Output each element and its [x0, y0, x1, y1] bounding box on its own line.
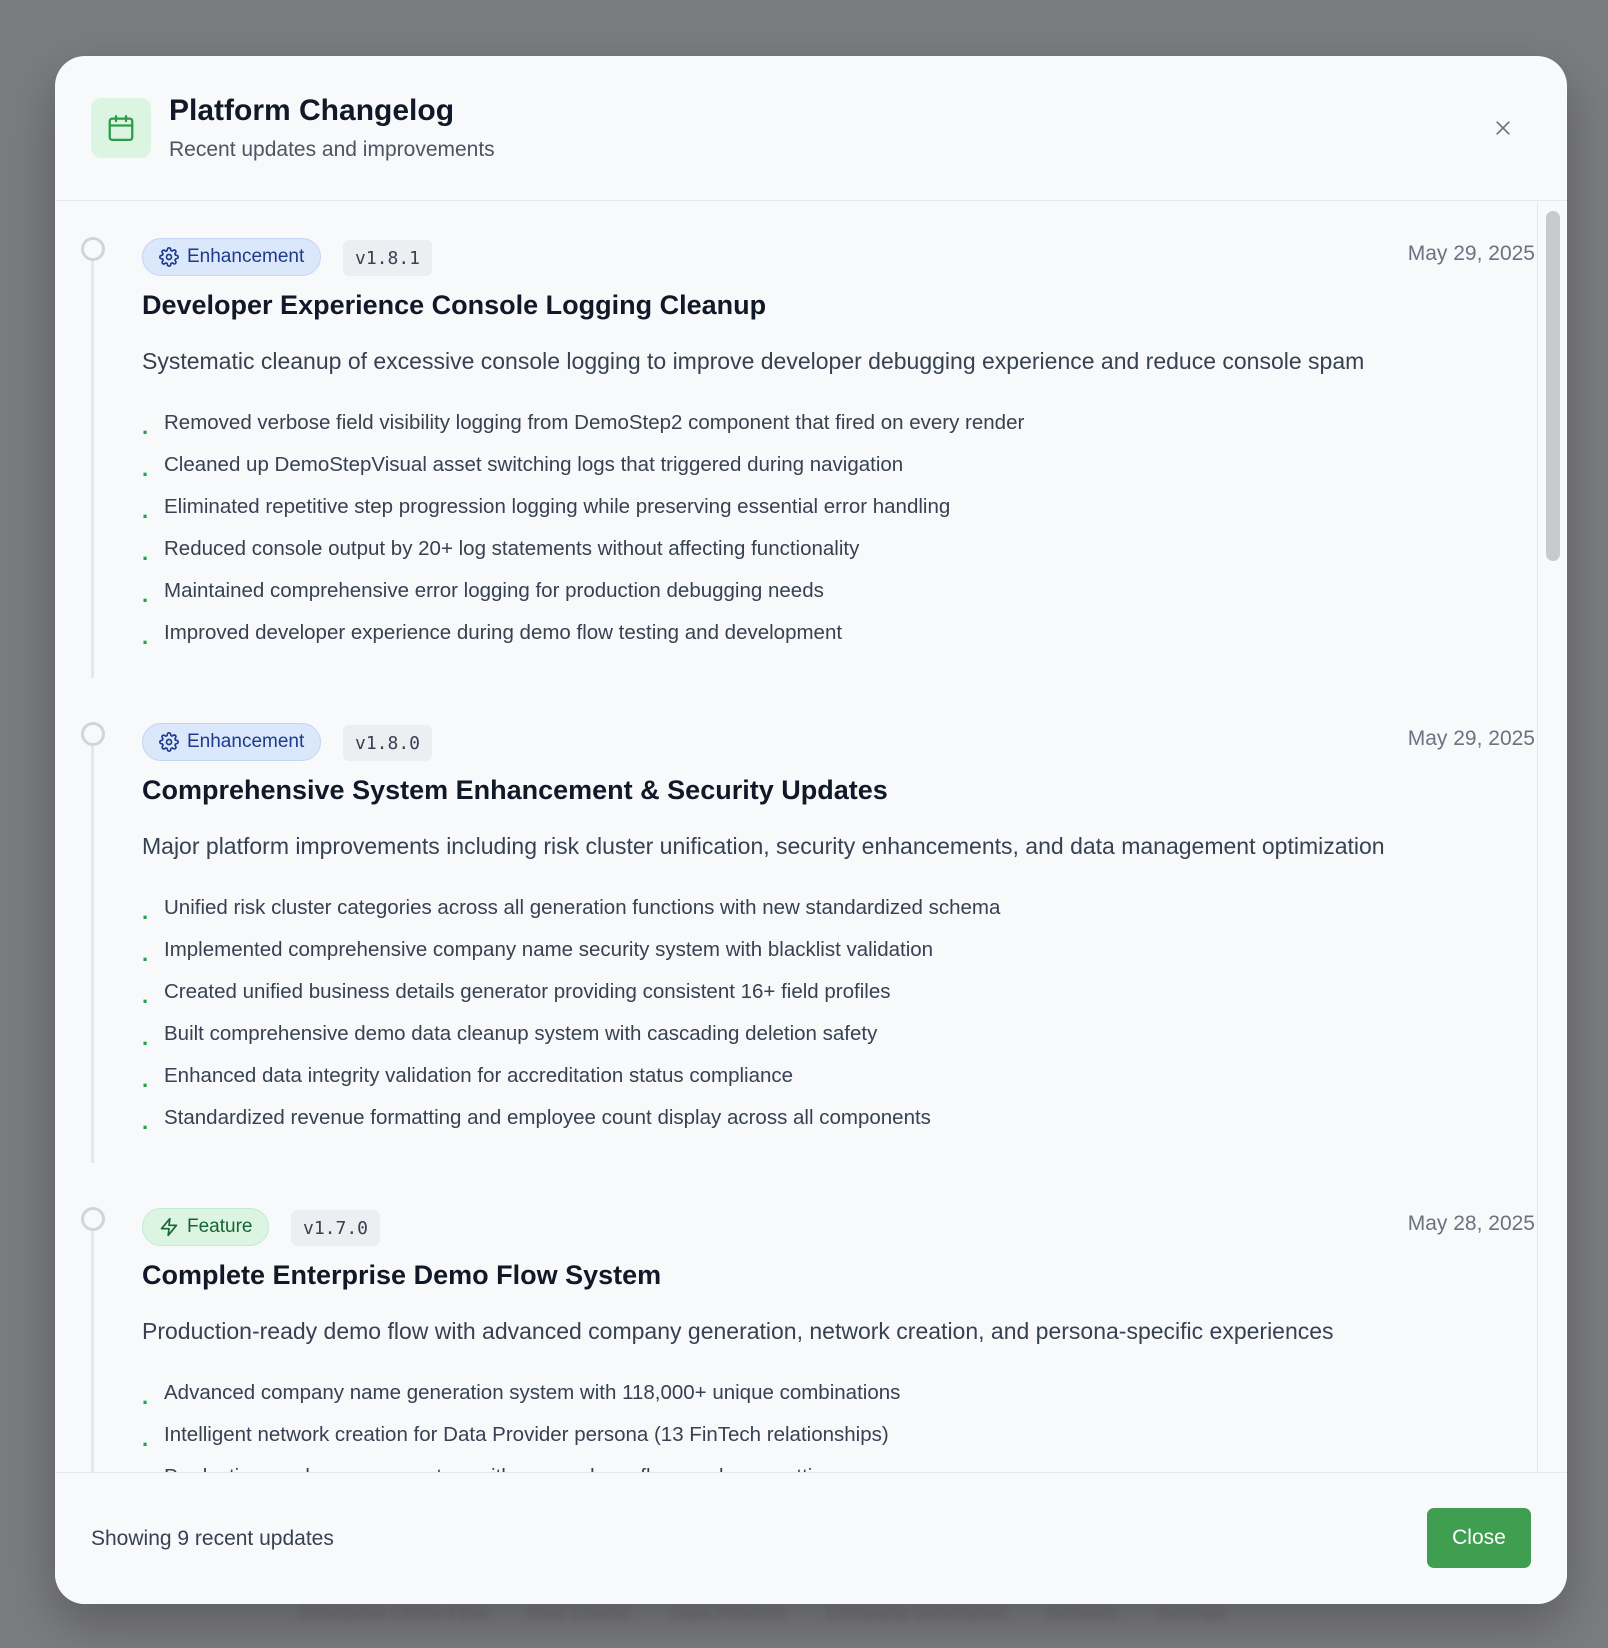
item-text: Improved developer experience during dem… — [164, 621, 843, 644]
type-label: Feature — [187, 1216, 253, 1237]
timeline-dot — [81, 722, 105, 746]
item-text: Eliminated repetitive step progression l… — [164, 495, 951, 518]
entry-title: Complete Enterprise Demo Flow System — [142, 1260, 662, 1290]
entry-title: Comprehensive System Enhancement & Secur… — [142, 775, 888, 805]
timeline-dot — [81, 1207, 105, 1231]
list-item: . Enhanced data integrity validation for … — [142, 1055, 1000, 1097]
version-badge: v1.8.0 — [343, 725, 433, 761]
changelog-list: Enhancement v1.8.1 May 29, 2025 Developer E… — [55, 202, 1535, 1527]
item-text: Advanced company name generation system … — [164, 1381, 901, 1404]
item-text: Maintained comprehensive error logging f… — [164, 579, 824, 602]
list-item: . Maintained comprehensive error logging … — [142, 570, 1024, 612]
type-label: Enhancement — [187, 246, 305, 267]
type-badge: Enhancement — [142, 238, 322, 276]
item-text: Built comprehensive demo data cleanup sy… — [164, 1022, 878, 1045]
bullet-icon: . — [142, 1426, 149, 1451]
list-item: . Intelligent network creation for Data P… — [142, 1414, 900, 1456]
changelog-modal: Platform Changelog Recent updates and im… — [55, 56, 1567, 1604]
bullet-icon: . — [142, 540, 149, 565]
list-item: . Eliminated repetitive step progression … — [142, 486, 1024, 528]
bullet-icon: . — [142, 983, 149, 1008]
type-badge: Feature — [142, 1208, 270, 1246]
gear-icon — [159, 732, 179, 752]
update-count: Showing 9 recent updates — [91, 1527, 334, 1550]
backdrop-item: Settings — [1156, 1603, 1226, 1624]
changelog-body[interactable]: Enhancement v1.8.1 May 29, 2025 Developer E… — [55, 202, 1567, 1527]
list-item: . Unified risk cluster categories across … — [142, 887, 1000, 929]
modal-header: Platform Changelog Recent updates and im… — [55, 56, 1567, 201]
list-item: . Improved developer experience during de… — [142, 612, 1024, 654]
list-item: . Created unified business details genera… — [142, 971, 1000, 1013]
entry-title: Developer Experience Console Logging Cle… — [142, 290, 767, 320]
backdrop-content: Enterprise Demo Flow Risk Cluster Data Pro… — [300, 1603, 1225, 1625]
list-item: . Reduced console output by 20+ log state… — [142, 528, 1024, 570]
entry-date: May 29, 2025 — [1407, 242, 1535, 265]
entry-date: May 29, 2025 — [1407, 727, 1535, 750]
modal-title: Platform Changelog — [169, 94, 455, 127]
entry-date: May 28, 2025 — [1407, 1212, 1535, 1235]
timeline-line — [91, 248, 94, 678]
item-text: Implemented comprehensive company name s… — [164, 938, 934, 961]
close-button[interactable]: Close — [1427, 1508, 1531, 1568]
item-text: Unified risk cluster categories across a… — [164, 896, 1001, 919]
list-item: . Standardized revenue formatting and emp… — [142, 1097, 1000, 1139]
item-text: Cleaned up DemoStepVisual asset switchin… — [164, 453, 904, 476]
backdrop-item: Company Generation — [826, 1603, 1008, 1624]
list-item: . Cleaned up DemoStepVisual asset switchi… — [142, 444, 1024, 486]
version-badge: v1.7.0 — [291, 1210, 381, 1246]
backdrop-item: Data Provider — [670, 1603, 787, 1624]
bullet-icon: . — [142, 899, 149, 924]
bullet-icon: . — [142, 414, 149, 439]
bullet-icon: . — [142, 582, 149, 607]
bullet-icon: . — [142, 456, 149, 481]
bullet-icon: . — [142, 624, 149, 649]
scrollbar[interactable] — [1537, 202, 1567, 1527]
bullet-icon: . — [142, 498, 149, 523]
list-item: . Built comprehensive demo data cleanup s… — [142, 1013, 1000, 1055]
item-text: Removed verbose field visibility logging… — [164, 411, 1025, 434]
bullet-icon: . — [142, 1109, 149, 1134]
type-label: Enhancement — [187, 731, 305, 752]
changelog-entry: Enhancement v1.8.0 May 29, 2025 Comprehensi… — [55, 687, 1535, 1172]
list-item: . Removed verbose field visibility loggin… — [142, 402, 1024, 444]
item-text: Reduced console output by 20+ log statem… — [164, 537, 860, 560]
lightning-icon — [159, 1217, 179, 1237]
item-text: Standardized revenue formatting and empl… — [164, 1106, 931, 1129]
bullet-icon: . — [142, 1384, 149, 1409]
bullet-icon: . — [142, 1025, 149, 1050]
type-badge: Enhancement — [142, 723, 322, 761]
timeline-line — [91, 733, 94, 1163]
backdrop-item: Risk Cluster — [527, 1603, 631, 1624]
bullet-icon: . — [142, 941, 149, 966]
changelog-entry: Enhancement v1.8.1 May 29, 2025 Developer E… — [55, 202, 1535, 687]
entry-description: Production-ready demo flow with advanced… — [142, 1318, 1334, 1344]
list-item: . Advanced company name generation system… — [142, 1372, 900, 1414]
close-icon[interactable] — [1491, 116, 1515, 140]
scrollbar-thumb[interactable] — [1546, 211, 1560, 561]
calendar-icon — [91, 98, 151, 158]
bullet-icon: . — [142, 1067, 149, 1092]
backdrop-item: Network — [1047, 1603, 1117, 1624]
entry-description: Systematic cleanup of excessive console … — [142, 348, 1365, 374]
modal-footer: Showing 9 recent updates Close — [55, 1472, 1567, 1604]
version-badge: v1.8.1 — [343, 240, 433, 276]
backdrop-item: Enterprise Demo Flow — [300, 1603, 488, 1624]
gear-icon — [159, 247, 179, 267]
timeline-dot — [81, 237, 105, 261]
item-text: Created unified business details generat… — [164, 980, 891, 1003]
list-item: . Implemented comprehensive company name … — [142, 929, 1000, 971]
change-list: . Unified risk cluster categories across … — [142, 887, 1000, 1139]
entry-description: Major platform improvements including ri… — [142, 833, 1385, 859]
item-text: Intelligent network creation for Data Pr… — [164, 1423, 889, 1446]
change-list: . Removed verbose field visibility loggin… — [142, 402, 1024, 654]
item-text: Enhanced data integrity validation for a… — [164, 1064, 794, 1087]
modal-subtitle: Recent updates and improvements — [169, 138, 495, 161]
